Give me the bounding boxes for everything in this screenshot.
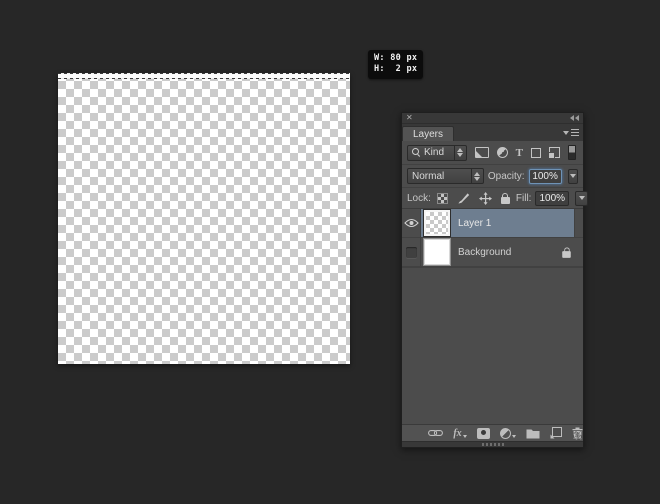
opacity-input[interactable]: 100% [529,169,562,184]
document-canvas[interactable] [58,73,350,364]
lock-position-button[interactable] [479,191,492,205]
layer-mask-icon [477,428,490,439]
filter-smart-objects-button[interactable] [549,146,560,160]
chevron-down-icon [579,196,585,200]
filter-row: Kind T [402,141,583,165]
blend-mode-value: Normal [412,171,444,182]
photoshop-workspace: { "tooltip": { "line1": "W: 80 px", "lin… [0,0,660,504]
search-icon [412,148,421,157]
new-adjustment-layer-button[interactable] [500,426,516,440]
filter-shape-layers-button[interactable] [531,146,541,160]
panel-body: Kind T Normal Opacity: 100% [402,141,583,447]
blend-mode-dropdown[interactable]: Normal [407,168,484,184]
filter-adjustment-layers-button[interactable] [497,146,508,160]
tooltip-height: H: 2 px [374,64,417,74]
dropdown-stepper-icon [471,169,483,183]
panel-tab-row: Layers [402,124,583,141]
marching-ants-top [58,73,350,74]
panel-drag-strip[interactable] [402,441,583,447]
marching-ants-bottom [58,78,350,79]
panel-title: Layers [413,129,443,140]
filter-icons: T [473,146,578,160]
eye-icon [404,218,419,228]
chevron-down-icon [570,174,576,178]
fx-icon: fx [453,428,461,439]
opacity-dropdown-button[interactable] [568,169,578,184]
lock-pixels-button[interactable] [457,191,470,205]
selection-region[interactable] [58,73,350,79]
close-icon[interactable]: ✕ [406,114,413,122]
tab-layers[interactable]: Layers [402,126,454,141]
layers-panel: ✕ Layers Kind T [401,112,584,448]
tooltip-width: W: 80 px [374,53,417,63]
layer-list-empty-area[interactable] [402,268,583,424]
shape-icon [531,148,541,158]
link-icon [428,429,443,437]
folder-icon [526,428,540,439]
type-icon: T [516,147,523,159]
link-layers-button[interactable] [428,426,443,440]
selection-size-tooltip: W: 80 px H: 2 px [368,50,423,79]
kind-filter-dropdown[interactable]: Kind [407,145,467,161]
dropdown-stepper-icon [454,146,466,160]
add-layer-mask-button[interactable] [477,426,490,440]
brush-icon [457,192,470,205]
lock-icon [501,197,510,204]
lock-icon [562,251,571,258]
opacity-label: Opacity: [488,171,525,182]
panel-resize-grip[interactable] [573,431,582,440]
visibility-cell[interactable] [402,209,421,237]
layer-row-background[interactable]: Background [402,238,583,267]
lock-all-button[interactable] [501,191,510,205]
panel-menu-icon[interactable] [563,129,579,136]
layer-row-layer1[interactable]: Layer 1 [402,209,583,238]
checkerboard-icon [437,193,448,204]
new-layer-icon [550,427,562,439]
chevron-down-icon [512,435,516,438]
adjustment-icon [497,147,508,158]
image-icon [475,147,489,158]
new-layer-button[interactable] [550,426,562,440]
panel-bottom-bar: fx [402,424,583,441]
filter-type-layers-button[interactable]: T [516,146,523,160]
kind-filter-label: Kind [424,147,444,158]
toggle-switch-icon [568,145,576,160]
fill-dropdown-button[interactable] [575,191,588,206]
chevron-down-icon [463,435,467,438]
fill-input[interactable]: 100% [535,191,569,206]
lock-icons [437,191,510,205]
adjustment-icon [500,428,511,439]
panel-chrome-strip: ✕ [402,113,583,124]
fill-label: Fill: [516,193,532,204]
collapse-panel-icon[interactable] [570,115,579,121]
layer-style-button[interactable]: fx [453,426,466,440]
visibility-cell[interactable] [402,238,421,266]
move-icon [479,192,492,205]
new-group-button[interactable] [526,426,540,440]
drag-handle-icon [482,443,504,446]
lock-transparency-button[interactable] [437,191,448,205]
layer-name[interactable]: Background [458,247,511,258]
visibility-off-well [406,247,417,258]
scrollbar-track [574,209,583,237]
layer-list: Layer 1 Background [402,209,583,268]
lock-row: Lock: Fill: 100% [402,188,583,209]
filtering-toggle[interactable] [568,146,576,160]
filter-pixel-layers-button[interactable] [475,146,489,160]
smart-object-icon [549,147,560,158]
lock-label: Lock: [407,193,431,204]
blend-row: Normal Opacity: 100% [402,165,583,188]
layer-thumbnail[interactable] [424,210,450,236]
layer-name[interactable]: Layer 1 [458,218,491,229]
layer-thumbnail[interactable] [424,239,450,265]
